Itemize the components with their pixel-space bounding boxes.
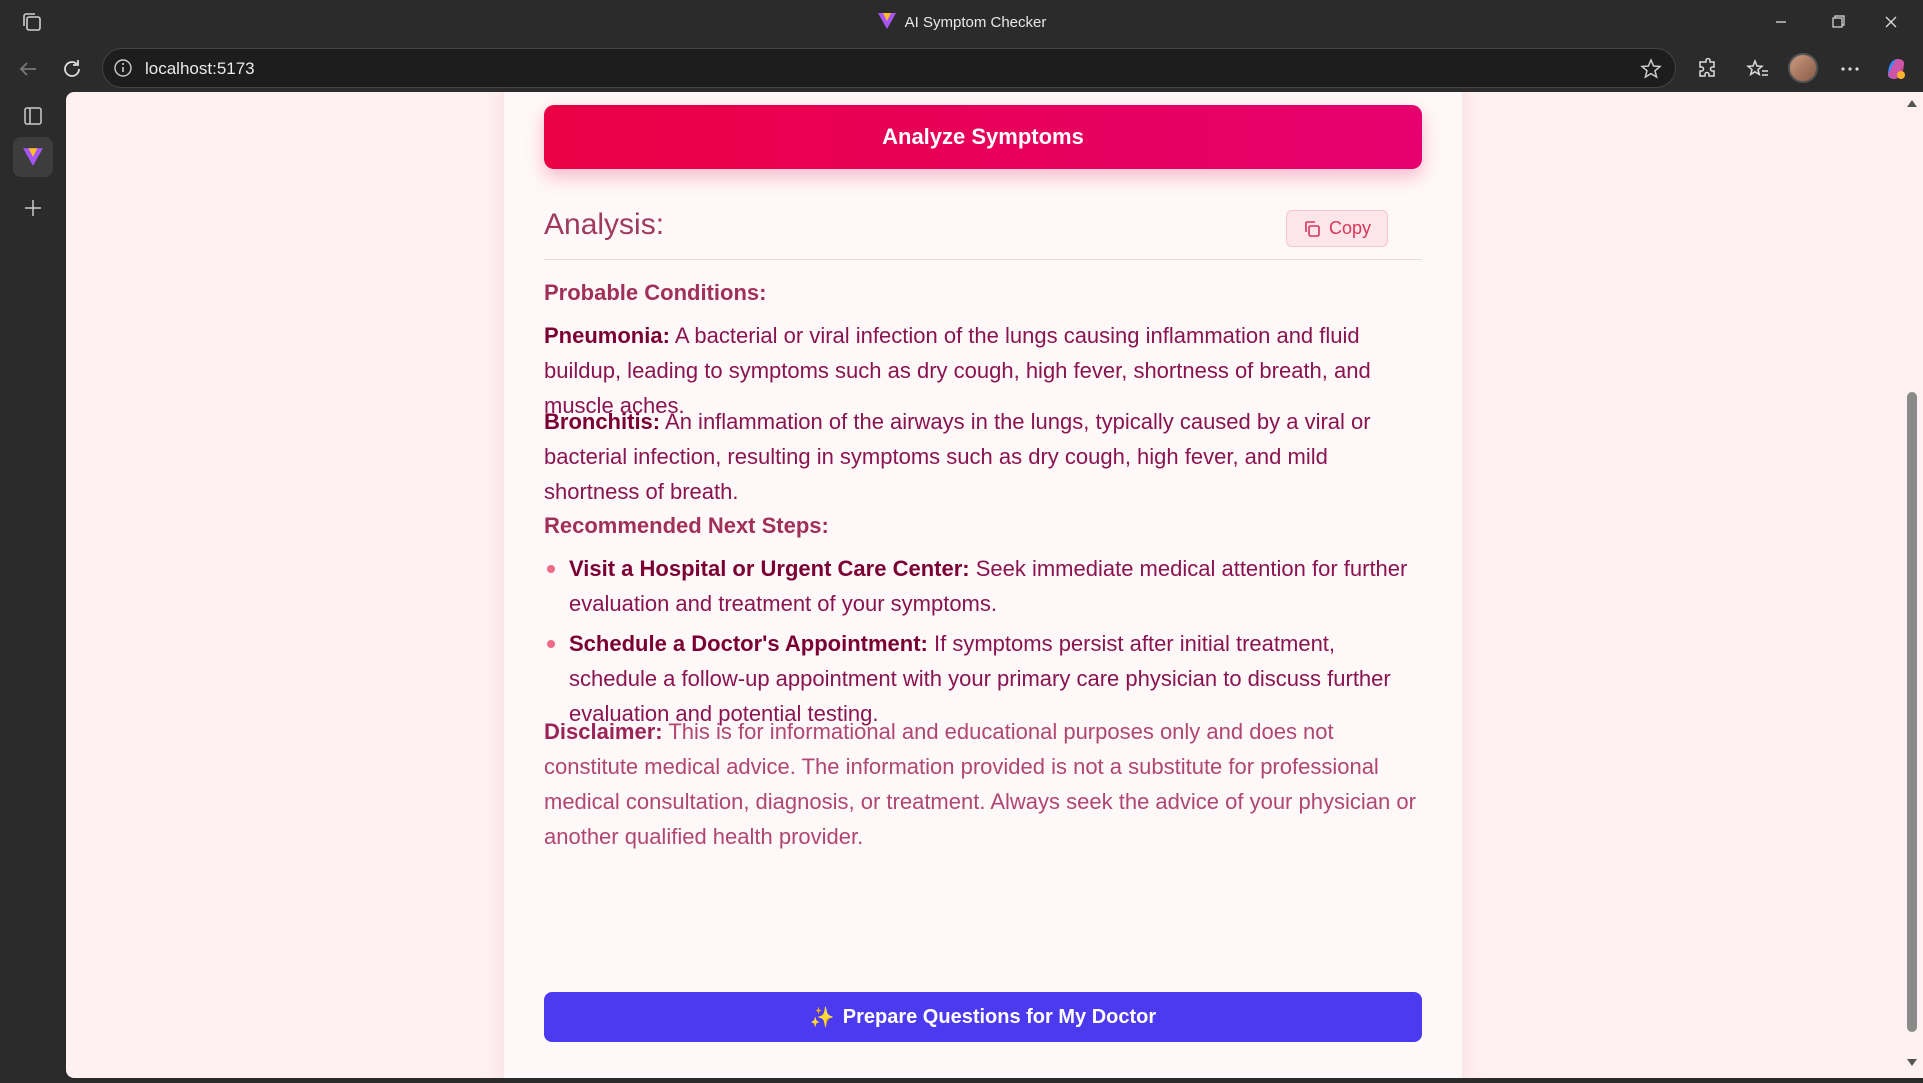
condition-name: Bronchitis: bbox=[544, 409, 661, 434]
title-bar: AI Symptom Checker bbox=[0, 0, 1923, 44]
url-text: localhost:5173 bbox=[145, 59, 255, 78]
extensions-icon[interactable] bbox=[1691, 53, 1723, 85]
vertical-tab-strip bbox=[0, 94, 66, 1083]
sparkles-icon: ✨ bbox=[809, 1006, 835, 1029]
step-name: Schedule a Doctor's Appointment: bbox=[569, 631, 928, 656]
new-tab-icon[interactable] bbox=[13, 188, 53, 228]
profile-avatar[interactable] bbox=[1788, 53, 1818, 83]
page-scrollbar[interactable] bbox=[1901, 92, 1923, 1078]
condition-name: Pneumonia: bbox=[544, 323, 670, 348]
vite-tab-icon bbox=[23, 148, 43, 166]
site-info-icon[interactable] bbox=[113, 58, 133, 78]
page-viewport: Analyze Symptoms Analysis: Copy Probable… bbox=[66, 92, 1901, 1078]
analysis-divider bbox=[544, 259, 1422, 260]
minimize-icon[interactable] bbox=[1759, 6, 1803, 38]
scroll-thumb[interactable] bbox=[1907, 392, 1917, 1032]
browser-toolbar: localhost:5173 bbox=[0, 44, 1923, 94]
restore-icon[interactable] bbox=[1815, 6, 1859, 38]
refresh-icon[interactable] bbox=[56, 53, 88, 85]
copy-button-label: Copy bbox=[1328, 218, 1372, 238]
next-steps-title: Recommended Next Steps: bbox=[544, 513, 829, 538]
probable-conditions-title: Probable Conditions: bbox=[544, 280, 767, 305]
copilot-icon[interactable] bbox=[1880, 53, 1912, 85]
more-options-icon[interactable] bbox=[1834, 53, 1866, 85]
scroll-up-icon[interactable] bbox=[1906, 98, 1918, 108]
condition-bronchitis: Bronchitis: An inflammation of the airwa… bbox=[544, 404, 1422, 509]
disclaimer-label: Disclaimer: bbox=[544, 719, 663, 744]
vite-logo-icon bbox=[877, 13, 896, 29]
favorites-icon[interactable] bbox=[1742, 53, 1774, 85]
symptom-checker-card: Analyze Symptoms Analysis: Copy Probable… bbox=[504, 92, 1462, 1078]
copy-button[interactable]: Copy bbox=[1286, 210, 1388, 247]
next-steps-list: Visit a Hospital or Urgent Care Center: … bbox=[544, 551, 1422, 736]
bullet-dot bbox=[547, 640, 555, 648]
scroll-down-icon[interactable] bbox=[1906, 1058, 1918, 1068]
disclaimer-text: This is for informational and educationa… bbox=[544, 719, 1416, 849]
analyze-symptoms-button[interactable]: Analyze Symptoms bbox=[544, 105, 1422, 169]
prepare-questions-label: Prepare Questions for My Doctor bbox=[842, 1005, 1157, 1028]
address-bar[interactable]: localhost:5173 bbox=[102, 48, 1676, 88]
bullet-dot bbox=[547, 565, 555, 573]
favorite-star-icon[interactable] bbox=[1639, 57, 1663, 81]
disclaimer: Disclaimer: This is for informational an… bbox=[544, 714, 1422, 854]
back-icon[interactable] bbox=[12, 53, 44, 85]
window-title: AI Symptom Checker bbox=[0, 12, 1923, 31]
condition-description: An inflammation of the airways in the lu… bbox=[544, 409, 1371, 504]
copy-icon bbox=[1305, 220, 1320, 237]
tab-actions-icon[interactable] bbox=[13, 96, 53, 136]
list-item: Visit a Hospital or Urgent Care Center: … bbox=[544, 551, 1422, 621]
step-name: Visit a Hospital or Urgent Care Center: bbox=[569, 556, 970, 581]
prepare-questions-button[interactable]: ✨ Prepare Questions for My Doctor bbox=[544, 992, 1422, 1042]
analysis-heading: Analysis: bbox=[544, 208, 665, 241]
close-icon[interactable] bbox=[1869, 6, 1913, 38]
tab-ai-symptom-checker[interactable] bbox=[13, 137, 53, 177]
